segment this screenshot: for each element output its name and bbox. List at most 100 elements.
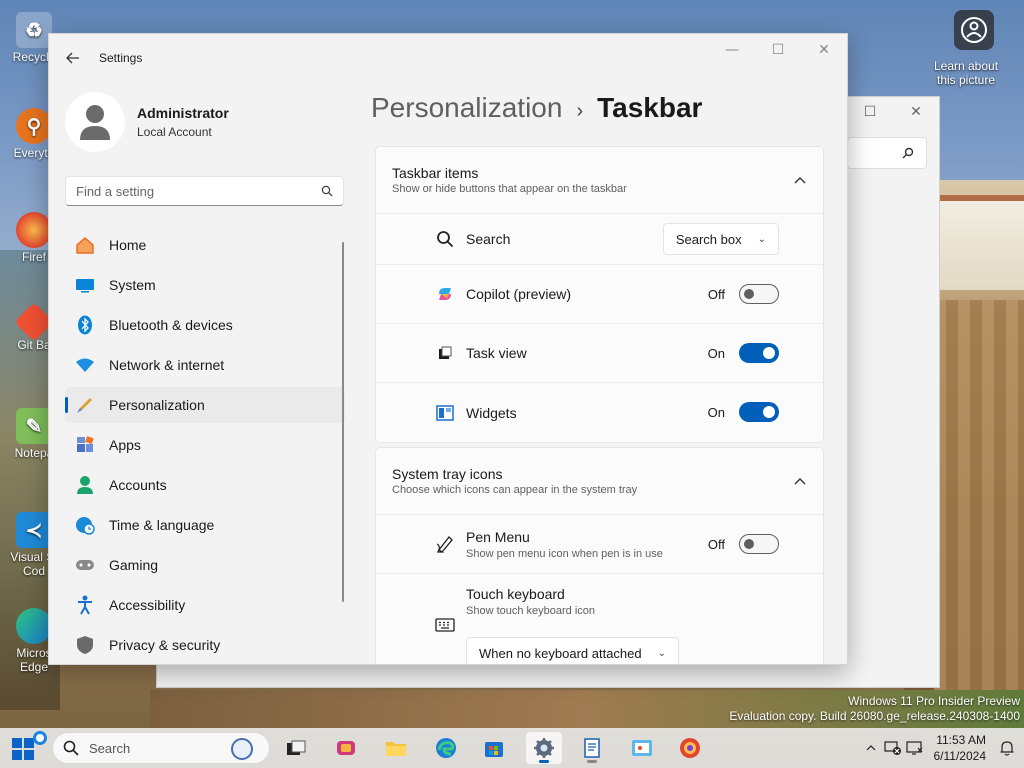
breadcrumb-separator: › [576, 100, 584, 122]
keyboard-icon [434, 614, 456, 636]
taskbar-search-box[interactable]: Search [52, 732, 270, 764]
notification-bell-icon[interactable] [996, 737, 1018, 759]
breadcrumb: Personalization › Taskbar [371, 92, 702, 124]
search-mode-dropdown[interactable]: Search box ⌄ [662, 223, 779, 255]
chevron-up-icon[interactable] [793, 474, 807, 488]
task-view-icon [287, 740, 306, 755]
widgets-toggle[interactable] [739, 402, 779, 422]
nav-label: Apps [109, 437, 141, 453]
page-title: Taskbar [597, 92, 703, 123]
watermark-edition: Windows 11 Pro Insider Preview [848, 694, 1020, 708]
store-icon [485, 742, 503, 757]
accessibility-icon [75, 595, 95, 615]
nav-item-home[interactable]: Home [65, 227, 345, 263]
find-setting-input[interactable] [76, 183, 321, 199]
nav-item-system[interactable]: System [65, 267, 345, 303]
close-icon[interactable]: ✕ [801, 34, 847, 66]
setting-label: Task view [466, 345, 527, 361]
bluetooth-icon [75, 315, 95, 335]
user-icon [80, 105, 110, 140]
camera-person-icon [961, 17, 987, 43]
taskbar-edge[interactable] [428, 732, 464, 764]
taskbar-clock[interactable]: 11:53 AM 6/11/2024 [934, 732, 987, 764]
learn-about-picture-button[interactable] [954, 10, 994, 50]
maximize-icon[interactable]: ☐ [755, 34, 801, 66]
nav-item-accessibility[interactable]: Accessibility [65, 587, 345, 623]
taskbar-items-section: Taskbar items Show or hide buttons that … [375, 146, 824, 443]
brush-icon [75, 395, 95, 415]
maximize-icon[interactable]: ☐ [847, 97, 893, 127]
pen-menu-toggle[interactable] [739, 534, 779, 554]
nav-label: Accessibility [109, 597, 186, 613]
taskbar-notepad[interactable] [574, 732, 610, 764]
user-profile[interactable]: Administrator Local Account [65, 92, 229, 152]
search-highlight-icon [231, 738, 253, 760]
nav-item-time-language[interactable]: Time & language [65, 507, 345, 543]
shield-icon [75, 635, 95, 655]
vscode-icon: ≺ [16, 512, 52, 548]
system-tray-header[interactable]: System tray icons Choose which icons can… [376, 448, 823, 515]
taskbar-paint[interactable] [624, 732, 660, 764]
wallpaper-bridge [934, 300, 1024, 700]
task-view-toggle[interactable] [739, 343, 779, 363]
widgets-icon [434, 402, 456, 424]
windows-watermark: Windows 11 Pro Insider Preview Evaluatio… [729, 694, 1020, 724]
nav-item-network[interactable]: Network & internet [65, 347, 345, 383]
taskbar-settings[interactable] [526, 732, 562, 764]
taskbar: Search 11:53 AM 6/11/2024 [0, 728, 1024, 768]
running-indicator [587, 760, 597, 763]
taskbar-file-explorer[interactable] [378, 732, 414, 764]
title-bar: Settings — ☐ ✕ [49, 34, 847, 82]
system-tray: 11:53 AM 6/11/2024 [860, 728, 1024, 768]
taskbar-copilot[interactable] [328, 732, 364, 764]
minimize-icon[interactable]: — [709, 34, 755, 66]
copilot-icon [337, 741, 355, 755]
taskbar-task-view[interactable] [278, 732, 314, 764]
clock-time: 11:53 AM [936, 733, 986, 747]
setting-label: Search [466, 231, 511, 247]
nav-label: Accounts [109, 477, 167, 493]
nav-item-privacy-security[interactable]: Privacy & security [65, 627, 345, 663]
volume-muted-icon[interactable] [904, 737, 926, 759]
notepad-icon [584, 738, 600, 758]
breadcrumb-parent[interactable]: Personalization [371, 92, 562, 124]
nav-item-bluetooth[interactable]: Bluetooth & devices [65, 307, 345, 343]
taskbar-firefox[interactable] [672, 732, 708, 764]
setting-description: Show pen menu icon when pen is in use [466, 547, 663, 560]
copilot-toggle[interactable] [739, 284, 779, 304]
start-button[interactable] [12, 738, 34, 760]
edge-icon [436, 738, 456, 758]
nav-scrollbar[interactable] [342, 242, 344, 602]
setting-label: Pen Menu [466, 528, 530, 545]
nav-item-personalization[interactable]: Personalization [65, 387, 345, 423]
section-subtitle: Show or hide buttons that appear on the … [392, 183, 627, 195]
taskbar-items-header[interactable]: Taskbar items Show or hide buttons that … [376, 147, 823, 214]
background-search-box[interactable] [847, 137, 927, 169]
globe-clock-icon [75, 515, 95, 535]
setting-label: Touch keyboard [466, 586, 565, 602]
paint-icon [632, 740, 652, 756]
firefox-icon [680, 738, 700, 758]
nav-item-gaming[interactable]: Gaming [65, 547, 345, 583]
chevron-down-icon: ⌄ [657, 647, 666, 659]
back-button[interactable] [63, 48, 83, 68]
setting-description: Show touch keyboard icon [466, 605, 596, 617]
toggle-state: On [707, 345, 725, 361]
home-icon [75, 235, 95, 255]
app-title: Settings [99, 51, 143, 65]
find-setting-box[interactable] [65, 176, 344, 206]
network-disconnected-icon[interactable] [882, 737, 904, 759]
taskbar-store[interactable] [476, 732, 512, 764]
pen-icon [434, 533, 456, 555]
chevron-up-icon[interactable] [793, 173, 807, 187]
pen-menu-toggle-group: Off [708, 534, 779, 554]
nav-item-accounts[interactable]: Accounts [65, 467, 345, 503]
setting-label: Copilot (preview) [466, 286, 572, 302]
settings-window[interactable]: Settings — ☐ ✕ Administrator Local Accou… [48, 33, 848, 665]
clock-date: 6/11/2024 [933, 749, 987, 763]
wifi-icon [75, 355, 95, 375]
nav-item-apps[interactable]: Apps [65, 427, 345, 463]
close-icon[interactable]: ✕ [893, 97, 939, 127]
touch-keyboard-dropdown[interactable]: When no keyboard attached ⌄ [466, 637, 679, 664]
chevron-up-icon[interactable] [860, 737, 882, 759]
